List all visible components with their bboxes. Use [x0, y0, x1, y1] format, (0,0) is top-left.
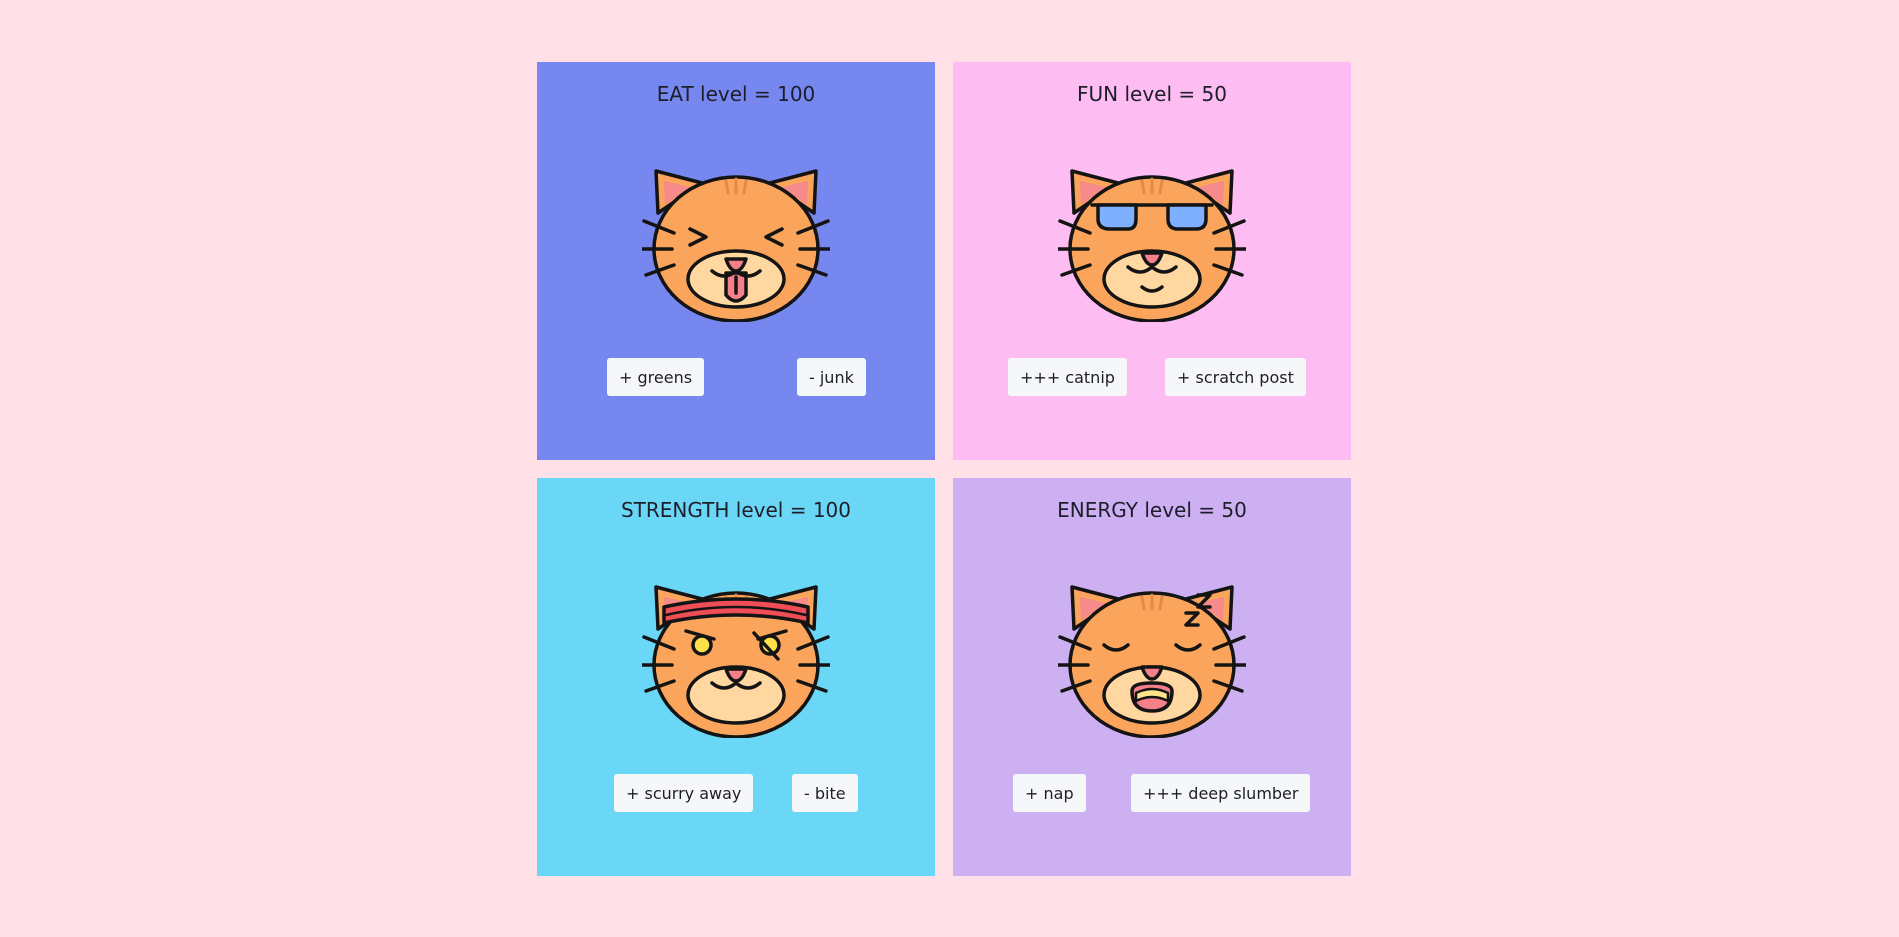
scurry-away-button[interactable]: + scurry away: [614, 774, 754, 812]
deep-slumber-button[interactable]: +++ deep slumber: [1131, 774, 1311, 812]
eat-level-title: EAT level = 100: [656, 82, 816, 106]
cat-headband-icon: [642, 585, 830, 738]
bite-button[interactable]: - bite: [792, 774, 858, 812]
tamagotchi-grid: EAT level = 100 + greens - junk FUN leve…: [537, 62, 1352, 876]
cat-sunglasses-icon: [1058, 169, 1246, 322]
fun-card: FUN level = 50 +++ catnip + scratch post: [953, 62, 1351, 460]
strength-level-title: STRENGTH level = 100: [620, 498, 851, 522]
greens-button[interactable]: + greens: [607, 358, 705, 396]
scratch-post-button[interactable]: + scratch post: [1165, 358, 1306, 396]
cat-sleeping-icon: [1058, 585, 1246, 738]
cat-eating-icon: [642, 169, 830, 322]
junk-button[interactable]: - junk: [797, 358, 866, 396]
nap-button[interactable]: + nap: [1013, 774, 1086, 812]
catnip-button[interactable]: +++ catnip: [1008, 358, 1127, 396]
energy-level-title: ENERGY level = 50: [1057, 498, 1247, 522]
strength-card: STRENGTH level = 100 + scurry away - bit…: [537, 478, 935, 876]
eat-card: EAT level = 100 + greens - junk: [537, 62, 935, 460]
fun-level-title: FUN level = 50: [1077, 82, 1227, 106]
energy-card: ENERGY level = 50 + nap +++ deep slumber: [953, 478, 1351, 876]
